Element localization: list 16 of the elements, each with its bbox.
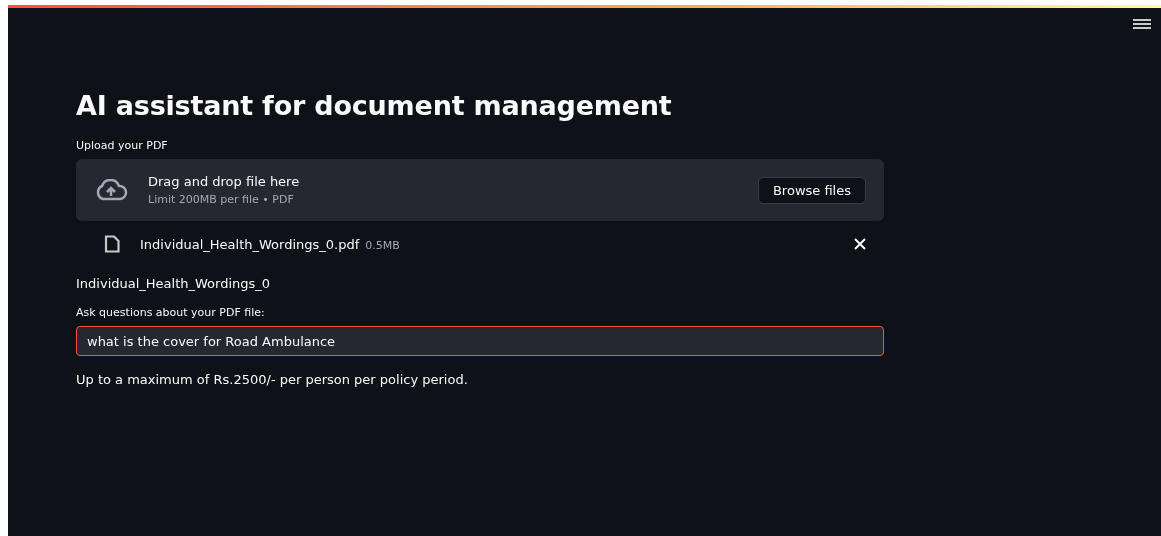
answer-text: Up to a maximum of Rs.2500/- per person per policy period. [76,372,469,387]
file-icon [104,235,120,253]
drop-instruction: Drag and drop file here [148,174,301,189]
question-input[interactable]: what is the cover for Road Ambulance [76,326,884,356]
file-name: Individual_Health_Wordings_0.pdf [140,236,360,252]
browse-files-button[interactable]: Browse files [757,176,866,204]
upload-label: Upload your PDF [76,139,169,152]
document-name: Individual_Health_Wordings_0 [76,276,272,291]
file-size: 0.5MB [365,238,400,252]
file-drop-zone[interactable]: Drag and drop file here Limit 200MB per file • PDF Browse files [76,159,884,221]
menu-icon[interactable] [1133,18,1151,30]
question-label: Ask questions about your PDF file: [76,306,266,319]
cloud-upload-icon [94,179,128,201]
close-icon[interactable] [854,238,866,250]
file-limit-text: Limit 200MB per file • PDF [148,193,295,206]
page-title: AI assistant for document management [76,90,673,121]
